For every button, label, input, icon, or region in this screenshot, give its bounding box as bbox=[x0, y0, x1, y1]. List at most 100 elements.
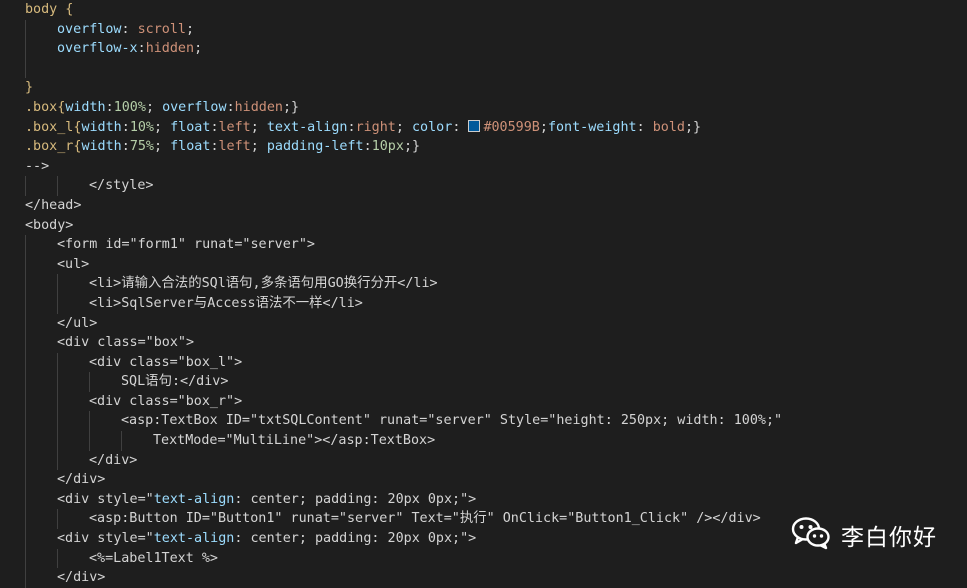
code-token: text-align bbox=[153, 531, 235, 547]
code-token: overflow-x bbox=[57, 41, 138, 57]
indent-guide bbox=[57, 509, 58, 530]
code-token: : bbox=[363, 139, 372, 155]
indent-guide bbox=[57, 372, 58, 392]
code-token: TextMode="MultiLine"></asp:TextBox> bbox=[153, 433, 436, 449]
indent-guide bbox=[25, 313, 26, 334]
code-token: --> bbox=[25, 158, 50, 174]
code-line[interactable]: </head> bbox=[0, 196, 967, 216]
code-line[interactable]: <div class="box_l"> bbox=[0, 352, 967, 373]
code-token: : bbox=[347, 119, 356, 135]
code-token: left bbox=[218, 119, 251, 135]
code-token: hidden bbox=[234, 99, 283, 115]
code-line[interactable]: </ul> bbox=[0, 313, 967, 334]
code-line[interactable]: </div> bbox=[0, 450, 967, 471]
code-line[interactable]: overflow: scroll; bbox=[0, 19, 967, 40]
code-token: </div> bbox=[57, 472, 106, 488]
code-line[interactable]: <asp:TextBox ID="txtSQLContent" runat="s… bbox=[0, 411, 967, 432]
code-line[interactable]: <ul> bbox=[0, 254, 967, 275]
code-token: float bbox=[170, 139, 211, 155]
code-token: overflow bbox=[162, 99, 227, 115]
indent-guide bbox=[25, 372, 26, 392]
code-token: #00599B bbox=[483, 119, 540, 135]
code-line[interactable]: body { bbox=[0, 0, 967, 20]
code-line[interactable]: .box{width:100%; overflow:hidden;} bbox=[0, 98, 967, 118]
code-token: body { bbox=[25, 2, 74, 17]
indent-guide bbox=[25, 529, 26, 549]
indent-guide bbox=[25, 489, 26, 510]
indent-guide bbox=[25, 391, 26, 412]
code-token: 75% bbox=[129, 139, 154, 155]
indent-guide bbox=[89, 431, 90, 451]
indent-guide bbox=[25, 548, 26, 569]
code-line[interactable]: TextMode="MultiLine"></asp:TextBox> bbox=[0, 431, 967, 451]
code-token: ; bbox=[194, 41, 203, 57]
indent-guide bbox=[25, 254, 26, 275]
code-token: ; bbox=[145, 99, 163, 115]
code-line[interactable]: <div class="box_r"> bbox=[0, 391, 967, 412]
color-swatch[interactable] bbox=[468, 119, 481, 132]
indent-guide bbox=[25, 450, 26, 471]
code-token: <li>SqlServer与Access语法不一样</li> bbox=[89, 295, 363, 311]
code-token: : bbox=[210, 119, 219, 135]
indent-guide bbox=[25, 470, 26, 490]
code-line[interactable]: </div> bbox=[0, 470, 967, 490]
code-line[interactable]: SQL语句:</div> bbox=[0, 372, 967, 392]
code-token: ;} bbox=[283, 99, 300, 115]
code-editor[interactable]: body {overflow: scroll; overflow-x:hidden… bbox=[0, 0, 967, 588]
code-line[interactable]: <body> bbox=[0, 216, 967, 236]
code-token: float bbox=[170, 119, 211, 135]
indent-guide bbox=[57, 431, 58, 451]
code-line[interactable]: </div> bbox=[0, 568, 967, 588]
code-token: overflow bbox=[57, 21, 122, 37]
code-token: ; bbox=[539, 119, 548, 135]
indent-guide bbox=[25, 274, 26, 294]
code-token: <div class="box"> bbox=[57, 335, 195, 351]
code-line[interactable]: </style> bbox=[0, 176, 967, 196]
indent-guide bbox=[25, 431, 26, 451]
code-token: ; bbox=[250, 119, 267, 135]
code-token: ; bbox=[250, 139, 267, 155]
code-line[interactable]: <div style="text-align: center; padding:… bbox=[0, 489, 967, 510]
indent-guide bbox=[57, 548, 58, 569]
code-line[interactable]: <li>SqlServer与Access语法不一样</li> bbox=[0, 293, 967, 314]
code-line[interactable]: <form id="form1" runat="server"> bbox=[0, 235, 967, 255]
code-token: <asp:TextBox ID="txtSQLContent" runat="s… bbox=[121, 413, 783, 429]
code-token: : bbox=[121, 119, 130, 135]
code-token: <%=Label1Text %> bbox=[89, 550, 218, 566]
code-line[interactable]: } bbox=[0, 78, 967, 98]
code-line[interactable]: <li>请输入合法的SQl语句,多条语句用GO换行分开</li> bbox=[0, 274, 967, 294]
code-token: } bbox=[25, 80, 34, 96]
indent-guide bbox=[25, 293, 26, 314]
code-token: <div class="box_l"> bbox=[89, 354, 243, 370]
indent-guide bbox=[57, 176, 58, 196]
code-line[interactable]: <div class="box"> bbox=[0, 333, 967, 353]
code-token: .box_l{ bbox=[25, 119, 82, 135]
code-token: scroll bbox=[137, 21, 186, 37]
code-token: : bbox=[452, 119, 469, 135]
code-token: .box{ bbox=[25, 99, 66, 115]
code-token: : center; padding: 20px 0px;"> bbox=[234, 491, 477, 507]
code-token: : bbox=[105, 99, 114, 115]
code-token: text-align bbox=[153, 491, 235, 507]
code-token: ; bbox=[186, 21, 195, 37]
code-token: ;} bbox=[403, 139, 421, 155]
code-line[interactable]: overflow-x:hidden; bbox=[0, 39, 967, 59]
code-token: 10% bbox=[129, 119, 154, 135]
code-token: width bbox=[81, 119, 122, 135]
code-line[interactable]: .box_l{width:10%; float:left; text-align… bbox=[0, 118, 967, 138]
code-token: <div class="box_r"> bbox=[89, 393, 243, 409]
code-line[interactable] bbox=[0, 58, 967, 79]
code-token: <asp:Button ID="Button1" runat="server" … bbox=[89, 511, 761, 527]
indent-guide bbox=[25, 509, 26, 530]
wechat-icon bbox=[791, 516, 831, 554]
code-token: </ul> bbox=[57, 315, 98, 331]
code-token: .box_r{ bbox=[25, 139, 82, 155]
code-token: : bbox=[121, 21, 138, 37]
code-token: hidden bbox=[145, 41, 195, 57]
code-line[interactable]: .box_r{width:75%; float:left; padding-le… bbox=[0, 137, 967, 157]
code-token: right bbox=[355, 119, 396, 135]
code-token: font-weight bbox=[547, 119, 637, 135]
code-token: ; bbox=[154, 119, 171, 135]
code-token: ; bbox=[395, 119, 412, 135]
code-line[interactable]: --> bbox=[0, 157, 967, 177]
